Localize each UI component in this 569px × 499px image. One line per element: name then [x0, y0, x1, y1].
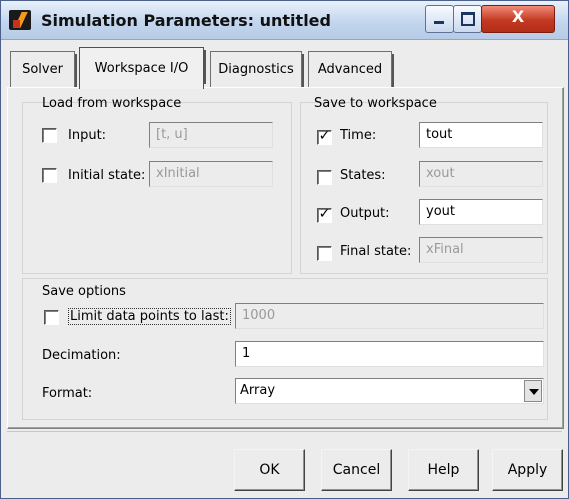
maximize-button[interactable] [453, 5, 482, 33]
limit-field[interactable]: 1000 [235, 303, 544, 329]
close-icon: X [511, 7, 525, 26]
footer-separator [7, 431, 562, 432]
limit-label: Limit data points to last: [68, 308, 231, 325]
minimize-button[interactable] [425, 5, 454, 33]
tab-label: Diagnostics [218, 62, 294, 77]
close-button[interactable]: X [481, 5, 555, 33]
time-checkbox[interactable]: ✓ [317, 128, 332, 145]
final-state-field[interactable]: xFinal [419, 237, 543, 263]
minimize-icon [434, 21, 444, 24]
maximize-icon [461, 12, 475, 26]
initial-state-checkbox[interactable] [42, 168, 57, 183]
apply-button[interactable]: Apply [492, 449, 563, 491]
states-field[interactable]: xout [419, 161, 543, 187]
save-title: Save to workspace [314, 96, 437, 111]
initial-state-label: Initial state: [68, 168, 146, 183]
initial-state-field[interactable]: xInitial [149, 161, 273, 187]
chevron-down-icon[interactable] [524, 380, 542, 402]
tab-label: Solver [22, 62, 63, 77]
output-field[interactable]: yout [419, 199, 543, 225]
tab-label: Advanced [317, 62, 383, 77]
final-state-checkbox[interactable] [317, 246, 332, 261]
time-label: Time: [340, 128, 377, 143]
input-checkbox[interactable] [42, 128, 57, 143]
format-select[interactable]: Array [235, 378, 544, 404]
cancel-button[interactable]: Cancel [321, 449, 392, 491]
decimation-label: Decimation: [42, 348, 121, 363]
checkmark-icon: ✓ [318, 206, 331, 222]
input-field[interactable]: [t, u] [149, 122, 273, 148]
ok-button[interactable]: OK [234, 449, 305, 491]
time-field[interactable]: tout [419, 122, 543, 148]
format-label: Format: [42, 386, 93, 401]
dialog-window: Simulation Parameters: untitled X Solver… [0, 0, 569, 499]
input-label: Input: [68, 128, 107, 143]
tab-workspace-io[interactable]: Workspace I/O [79, 47, 206, 89]
format-value: Array [240, 383, 276, 398]
window-title: Simulation Parameters: untitled [41, 11, 331, 30]
load-title: Load from workspace [42, 96, 182, 111]
final-state-label: Final state: [340, 244, 412, 259]
title-bar[interactable]: Simulation Parameters: untitled X [1, 1, 568, 40]
options-title: Save options [42, 284, 126, 299]
checkmark-icon: ✓ [318, 128, 331, 144]
decimation-field[interactable]: 1 [235, 341, 544, 367]
states-label: States: [340, 168, 386, 183]
help-button[interactable]: Help [408, 449, 479, 491]
tab-advanced[interactable]: Advanced [308, 51, 394, 88]
tab-label: Workspace I/O [94, 61, 189, 76]
workspace-io-panel: Load from workspace Input: [t, u] Initia… [7, 87, 564, 429]
tab-solver[interactable]: Solver [10, 51, 77, 88]
tab-diagnostics[interactable]: Diagnostics [210, 51, 304, 88]
states-checkbox[interactable] [317, 170, 332, 185]
output-checkbox[interactable]: ✓ [317, 206, 332, 223]
output-label: Output: [340, 206, 390, 221]
limit-checkbox[interactable] [44, 310, 59, 325]
simulink-app-icon[interactable] [9, 10, 31, 30]
